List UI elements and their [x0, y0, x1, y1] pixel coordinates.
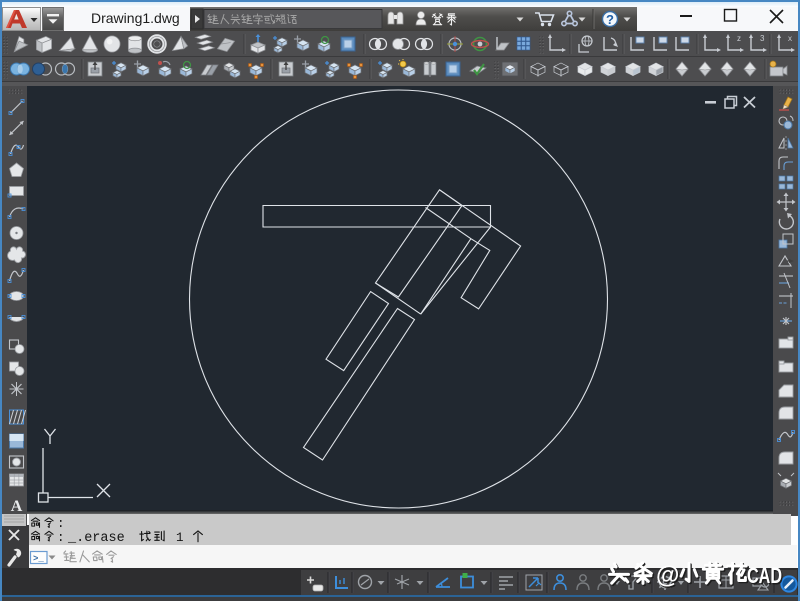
svg-text::: :: [57, 517, 65, 531]
svg-text:_.erase: _.erase: [67, 531, 125, 546]
svg-text:z: z: [737, 34, 741, 43]
svg-text:CAD: CAD: [747, 563, 782, 588]
svg-text::: :: [57, 531, 65, 545]
svg-text:x: x: [788, 34, 792, 43]
svg-text:1: 1: [176, 531, 184, 545]
svg-text:?: ?: [606, 12, 614, 27]
svg-text:@: @: [656, 562, 679, 589]
svg-text:3: 3: [760, 34, 765, 43]
